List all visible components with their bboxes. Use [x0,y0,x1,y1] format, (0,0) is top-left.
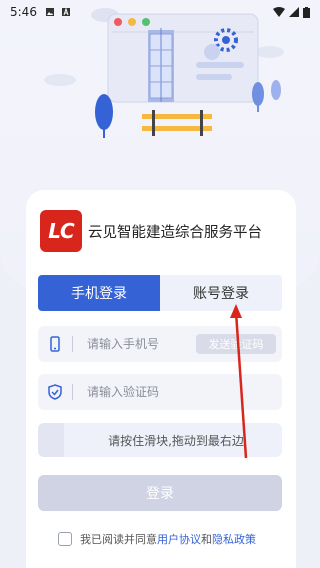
wifi-icon [273,7,285,17]
slider-handle[interactable] [38,423,64,457]
status-time: 5:46 [10,5,37,19]
user-agreement-link[interactable]: 用户协议 [157,531,201,547]
status-right [273,6,310,18]
tab-phone-login[interactable]: 手机登录 [38,275,160,311]
agree-checkbox[interactable] [58,532,72,546]
privacy-policy-link[interactable]: 隐私政策 [212,531,256,547]
code-field [38,374,282,410]
field-separator [72,336,73,352]
brand: LC 云见智能建造综合服务平台 [40,210,262,252]
agree-and: 和 [201,533,212,546]
phone-field: 发送验证码 [38,326,282,362]
phone-icon [38,336,72,352]
signal-icon [289,7,299,17]
agreement-row: 我已阅读并同意 用户协议 和 隐私政策 [58,531,256,547]
agree-prefix: 我已阅读并同意 [80,533,157,546]
field-separator [72,384,73,400]
login-button[interactable]: 登录 [38,475,282,511]
battery-icon [303,6,310,18]
send-code-button[interactable]: 发送验证码 [196,334,276,354]
slider-text: 请按住滑块,拖动到最右边 [108,433,244,448]
app-name: 云见智能建造综合服务平台 [88,224,262,241]
illustration [44,8,284,138]
status-bar: 5:46 [0,0,320,24]
tab-account-login[interactable]: 账号登录 [160,275,282,311]
image-icon [45,8,54,16]
a-icon [61,7,70,16]
app-logo: LC [40,210,82,252]
shield-icon [38,384,72,400]
login-tabs: 手机登录 账号登录 [38,275,282,311]
slide-verify: 请按住滑块,拖动到最右边 [38,423,282,457]
code-input[interactable] [87,385,282,399]
